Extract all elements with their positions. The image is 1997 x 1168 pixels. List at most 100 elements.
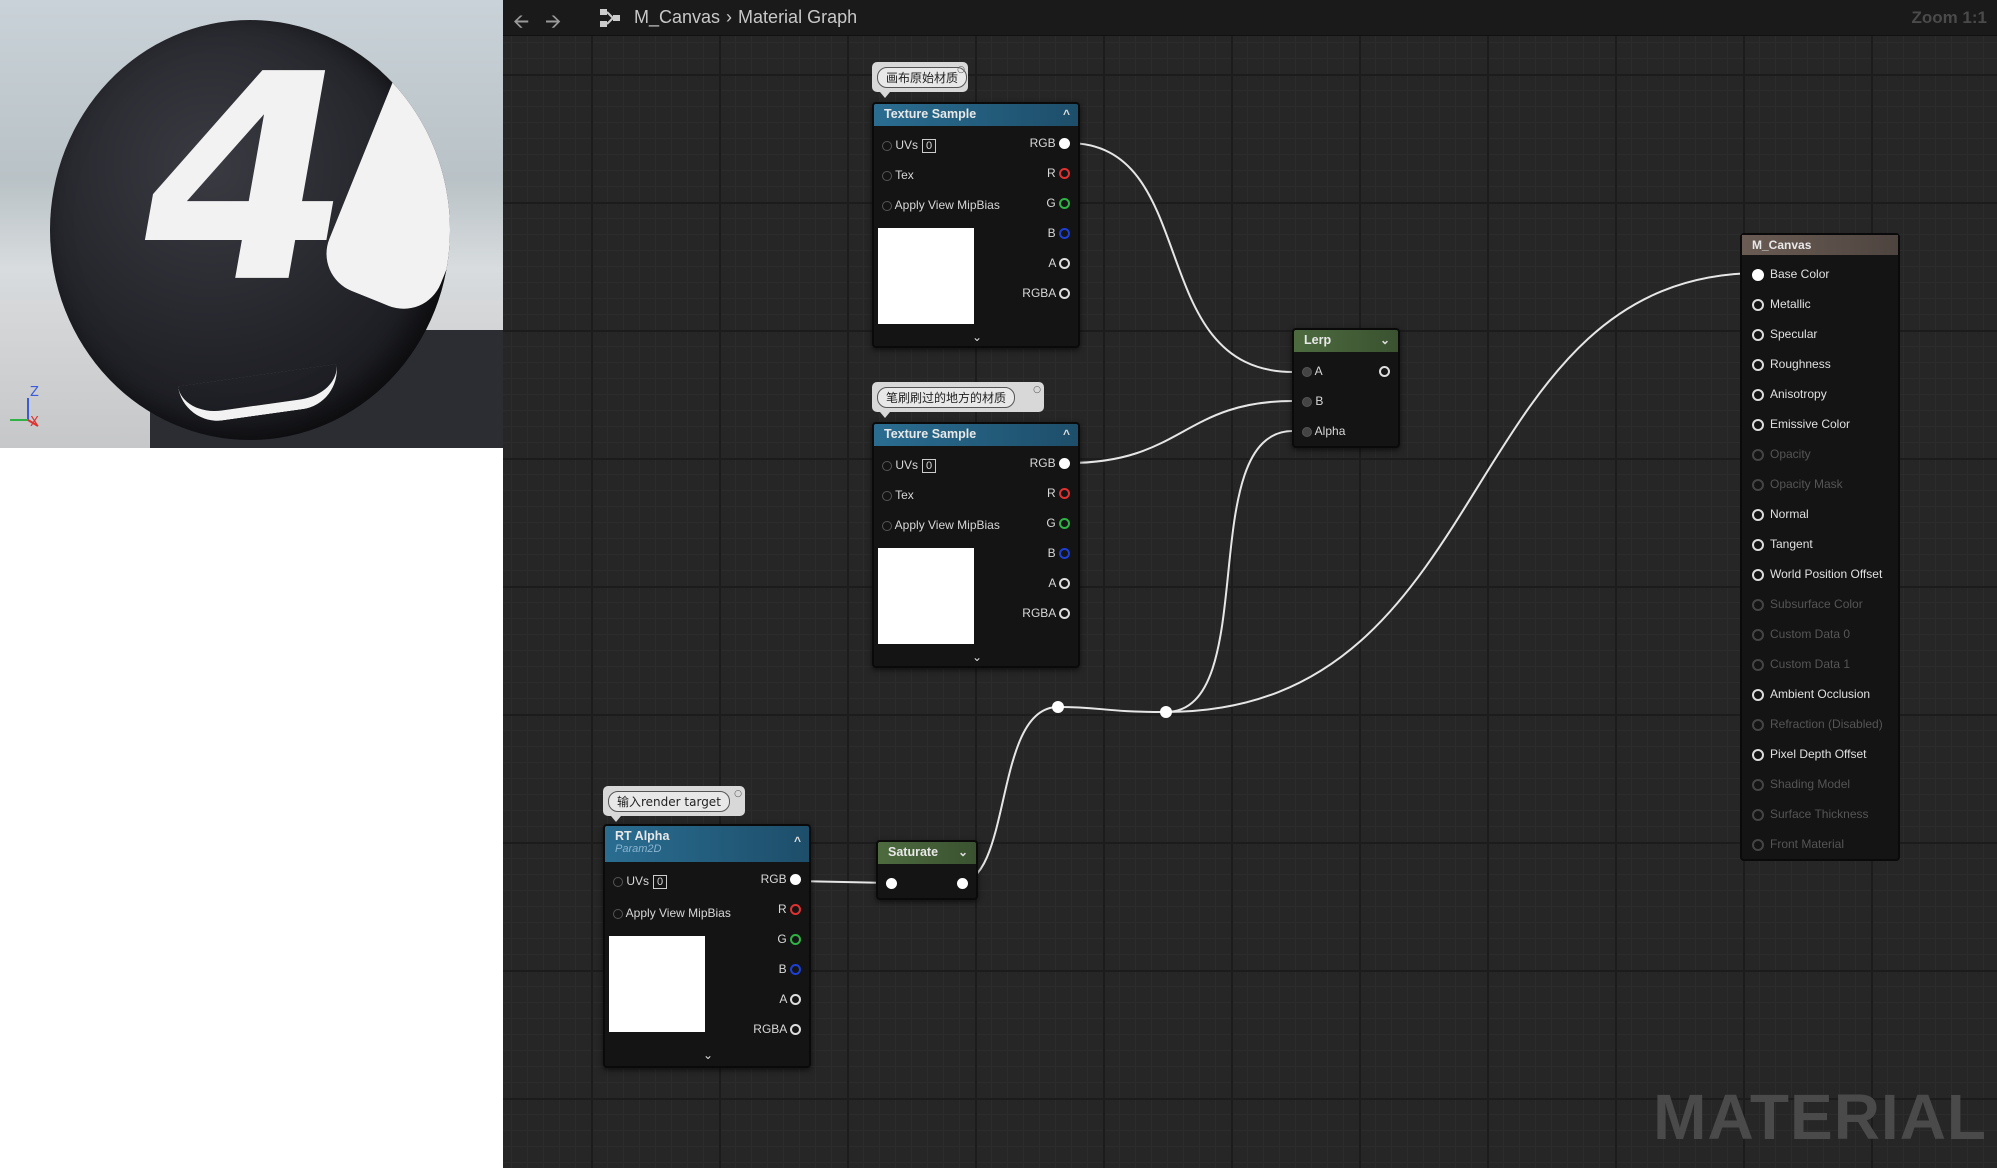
pin-out-r[interactable]: R [1047,486,1070,500]
texture-sample-node-2[interactable]: Texture Sample ^ UVs 0 Tex Apply View MipB… [872,422,1080,668]
graph-hierarchy-icon[interactable] [599,8,621,28]
pin-out-g[interactable]: G [777,932,801,946]
uvs-value-field[interactable]: 0 [653,875,668,889]
breadcrumb-graph[interactable]: Material Graph [738,7,857,27]
result-pin-pixel-depth-offset[interactable]: Pixel Depth Offset [1752,747,1867,761]
pin-alpha[interactable]: Alpha [1302,424,1345,438]
output-pin-icon[interactable] [1379,366,1390,378]
input-pin-icon[interactable] [613,908,623,919]
comment-input-rt[interactable]: 输入render target ○ [603,786,745,822]
pin-out-rgba[interactable]: RGBA [753,1022,801,1036]
pin-out-rgba[interactable]: RGBA [1022,606,1070,620]
pin-out-rgb[interactable]: RGB [1030,456,1070,470]
pin-uvs[interactable]: UVs 0 [882,138,937,153]
pin-out-rgba[interactable]: RGBA [1022,286,1070,300]
chevron-up-icon[interactable]: ^ [1063,107,1070,121]
input-pin-icon[interactable] [1302,396,1312,407]
result-pin-emissive-color[interactable]: Emissive Color [1752,417,1850,431]
input-pin-icon[interactable] [882,170,892,181]
pin-out-r[interactable]: R [1047,166,1070,180]
pin-out-b[interactable]: B [1048,226,1070,240]
input-pin-icon[interactable] [1752,508,1764,521]
pin-out-b[interactable]: B [1048,546,1070,560]
input-pin-icon[interactable] [1752,268,1764,281]
input-pin-icon[interactable] [1752,688,1764,701]
input-pin-icon[interactable] [882,140,892,151]
input-pin-icon[interactable] [613,876,623,887]
pin-a[interactable]: A [1302,364,1323,378]
node-header[interactable]: Saturate ⌄ [878,842,976,864]
pin-out-r[interactable]: R [778,902,801,916]
pin-tex[interactable]: Tex [882,488,914,502]
output-pin-icon[interactable] [1059,458,1070,470]
result-pin-ambient-occlusion[interactable]: Ambient Occlusion [1752,687,1870,701]
result-pin-normal[interactable]: Normal [1752,507,1809,521]
arrow-right-icon[interactable]: 🡪 [545,7,561,41]
output-pin-icon[interactable] [1059,288,1070,300]
pin-icon[interactable]: ○ [957,65,965,75]
node-header[interactable]: RT Alpha Param2D ^ [605,826,809,862]
pin-icon[interactable]: ○ [734,789,742,799]
output-pin-icon[interactable] [1059,198,1070,210]
input-pin-icon[interactable] [886,878,897,890]
result-pin-roughness[interactable]: Roughness [1752,357,1831,371]
breadcrumb-asset[interactable]: M_Canvas [634,7,720,27]
output-pin-icon[interactable] [1059,168,1070,180]
chevron-down-icon[interactable]: ⌄ [972,330,982,344]
pin-out-g[interactable]: G [1046,516,1070,530]
output-pin-icon[interactable] [790,964,801,976]
output-pin-icon[interactable] [790,934,801,946]
input-pin-icon[interactable] [1752,328,1764,341]
pin-out[interactable] [957,876,968,890]
comment-brushed-area[interactable]: 笔刷刷过的地方的材质 ○ [872,382,1044,418]
input-pin-icon[interactable] [882,200,892,211]
chevron-down-icon[interactable]: ⌄ [972,650,982,664]
chevron-down-icon[interactable]: ⌄ [958,845,968,859]
pin-out-rgb[interactable]: RGB [1030,136,1070,150]
output-pin-icon[interactable] [1059,578,1070,590]
material-graph-canvas[interactable]: 🡨 🡪 M_Canvas › Material Graph Zoom 1:1 画布原… [503,0,1997,1168]
input-pin-icon[interactable] [1752,388,1764,401]
material-result-node[interactable]: M_Canvas Base Color Metallic Specular Rough… [1740,233,1900,861]
pin-uvs[interactable]: UVs 0 [882,458,937,473]
result-pin-world-position-offset[interactable]: World Position Offset [1752,567,1882,581]
saturate-node[interactable]: Saturate ⌄ [876,840,978,900]
rt-alpha-param-node[interactable]: RT Alpha Param2D ^ UVs 0 Apply View MipBias… [603,824,811,1068]
input-pin-icon[interactable] [1752,418,1764,431]
output-pin-icon[interactable] [790,904,801,916]
input-pin-icon[interactable] [1752,538,1764,551]
input-pin-icon[interactable] [1752,748,1764,761]
input-pin-icon[interactable] [882,490,892,501]
output-pin-icon[interactable] [957,878,968,890]
pin-out-b[interactable]: B [779,962,801,976]
input-pin-icon[interactable] [1302,366,1312,377]
output-pin-icon[interactable] [1059,258,1070,270]
chevron-up-icon[interactable]: ^ [794,834,801,848]
input-pin-icon[interactable] [1302,426,1312,437]
comment-canvas-original[interactable]: 画布原始材质 ○ [872,62,968,98]
node-header[interactable]: M_Canvas [1742,235,1898,255]
result-pin-base-color[interactable]: Base Color [1752,267,1829,281]
pin-out-result[interactable] [1379,364,1390,378]
input-pin-icon[interactable] [1752,298,1764,311]
output-pin-icon[interactable] [790,994,801,1006]
pin-tex[interactable]: Tex [882,168,914,182]
chevron-down-icon[interactable]: ⌄ [1380,333,1390,347]
input-pin-icon[interactable] [1752,358,1764,371]
uvs-value-field[interactable]: 0 [922,459,937,473]
output-pin-icon[interactable] [1059,488,1070,500]
pin-icon[interactable]: ○ [1033,385,1041,395]
chevron-up-icon[interactable]: ^ [1063,427,1070,441]
pin-in[interactable] [886,876,897,890]
reroute-node-1[interactable] [1052,701,1064,713]
output-pin-icon[interactable] [1059,138,1070,150]
result-pin-anisotropy[interactable]: Anisotropy [1752,387,1827,401]
pin-mipbias[interactable]: Apply View MipBias [882,518,1000,532]
chevron-down-icon[interactable]: ⌄ [703,1048,713,1062]
output-pin-icon[interactable] [790,874,801,886]
output-pin-icon[interactable] [1059,518,1070,530]
node-header[interactable]: Texture Sample ^ [874,104,1078,126]
pin-mipbias[interactable]: Apply View MipBias [613,906,731,920]
lerp-node[interactable]: Lerp ⌄ A B Alpha [1292,328,1400,448]
uvs-value-field[interactable]: 0 [922,139,937,153]
